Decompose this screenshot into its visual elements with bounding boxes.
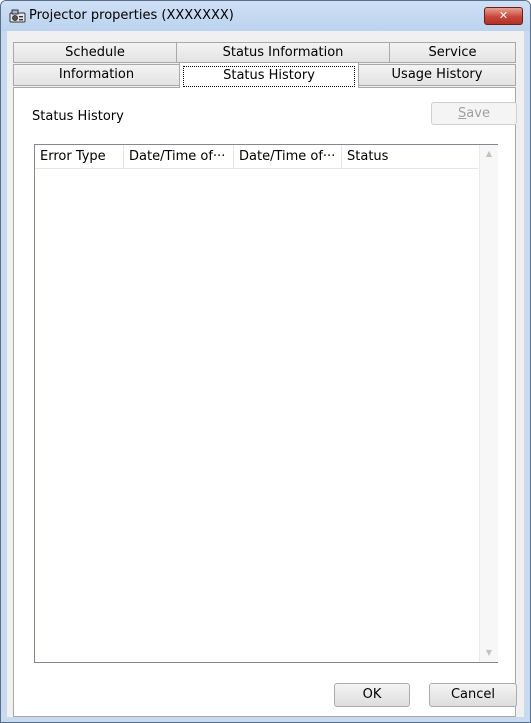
tab-service[interactable]: Service [389,42,516,63]
tab-label: Status History [223,68,315,83]
column-label: Error Type [40,149,106,164]
cancel-button[interactable]: Cancel [429,683,517,707]
ok-button[interactable]: OK [334,683,410,707]
list-header: Error Type Date/Time of··· Date/Time of·… [35,145,478,169]
tab-focus-rect: Status History [183,66,355,87]
scroll-up-arrow-icon[interactable]: ▲ [480,146,498,162]
tab-status-information[interactable]: Status Information [176,42,390,63]
tab-label: Usage History [391,67,483,82]
title-bar[interactable]: Projector properties (XXXXXXX) ✕ [1,1,530,31]
tab-label: Information [58,67,135,82]
column-header-error-type[interactable]: Error Type [35,145,124,168]
column-label: Date/Time of··· [129,149,226,164]
section-label: Status History [32,109,124,124]
column-header-status[interactable]: Status [342,145,478,168]
tab-label: Schedule [65,45,125,60]
projector-icon [9,9,26,23]
save-label-rest: ave [466,106,490,121]
tab-schedule[interactable]: Schedule [13,42,177,63]
tab-label: Service [428,45,477,60]
save-button[interactable]: Save [431,102,517,125]
vertical-scrollbar[interactable]: ▲ ▼ [479,145,498,662]
projector-properties-dialog: Projector properties (XXXXXXX) ✕ Schedul… [0,0,531,723]
scroll-down-arrow-icon[interactable]: ▼ [480,645,498,661]
close-icon: ✕ [498,9,509,22]
window-title: Projector properties (XXXXXXX) [29,8,234,23]
close-button[interactable]: ✕ [484,7,523,25]
column-label: Status [347,149,389,164]
tab-information[interactable]: Information [13,64,180,86]
cancel-label: Cancel [450,687,496,702]
column-label: Date/Time of··· [239,149,336,164]
tab-status-history[interactable]: Status History [179,62,359,88]
column-header-date-time-2[interactable]: Date/Time of··· [234,145,342,168]
tab-label: Status Information [222,45,344,60]
status-history-list[interactable]: Error Type Date/Time of··· Date/Time of·… [34,144,498,663]
ok-label: OK [362,687,382,702]
column-header-date-time-1[interactable]: Date/Time of··· [124,145,234,168]
tab-usage-history[interactable]: Usage History [358,64,516,86]
